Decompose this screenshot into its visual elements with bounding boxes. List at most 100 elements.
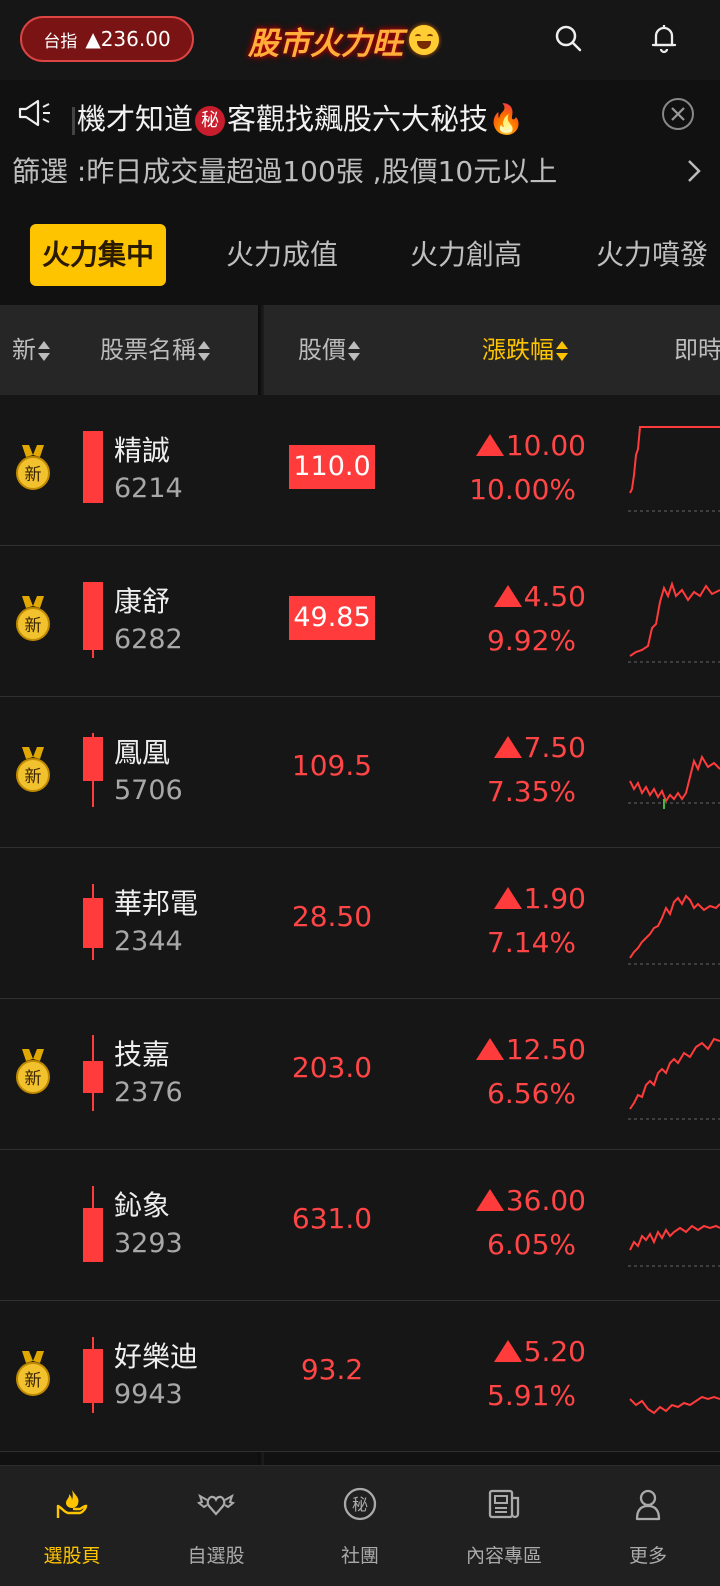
candlestick-icon xyxy=(83,733,103,807)
secret-circle-icon: 秘 xyxy=(343,1487,377,1521)
table-header: 新 股票名稱 股價 漲跌幅 即時 xyxy=(0,305,720,395)
stock-name: 技嘉 xyxy=(114,1038,171,1071)
stock-price: 631.0 xyxy=(291,1202,373,1235)
stock-change-percent: 6.56% xyxy=(487,1077,576,1110)
bottom-navigation: 選股頁 自選股 秘 社團 內容專區 更多 xyxy=(0,1465,720,1586)
stock-name: 鳳凰 xyxy=(114,736,171,769)
stock-change: 12.50 xyxy=(400,1033,586,1066)
top-bar: 台指 ▲236.00 股市火力旺 xyxy=(0,0,720,80)
nav-label: 更多 xyxy=(628,1545,667,1567)
megaphone-icon xyxy=(18,99,50,127)
secret-badge: 秘 xyxy=(195,106,226,136)
announcement-bar[interactable]: 機才知道秘客觀找飆股六大秘技🔥 xyxy=(0,92,720,142)
svg-text:新: 新 xyxy=(25,465,42,485)
stock-change: 4.50 xyxy=(400,580,586,613)
index-label: 台指 xyxy=(43,31,78,52)
table-row[interactable]: 華邦電 2344 28.50 1.90 7.14% xyxy=(0,848,720,999)
svg-text:新: 新 xyxy=(25,767,42,787)
announcement-text[interactable]: 機才知道秘客觀找飆股六大秘技🔥 xyxy=(72,96,524,138)
stock-change-percent: 7.35% xyxy=(487,775,576,808)
candlestick-icon xyxy=(83,884,103,960)
nav-community[interactable]: 秘 社團 xyxy=(288,1466,432,1586)
nav-more[interactable]: 更多 xyxy=(576,1466,720,1586)
stock-price: 109.5 xyxy=(291,749,373,782)
bell-icon[interactable] xyxy=(648,22,680,54)
tab-fire-new-high[interactable]: 火力創高 xyxy=(410,224,522,286)
nav-label: 自選股 xyxy=(187,1545,245,1567)
stock-change-percent: 6.05% xyxy=(487,1228,576,1261)
nav-content[interactable]: 內容專區 xyxy=(432,1466,576,1586)
stock-change: 5.20 xyxy=(400,1335,586,1368)
column-price[interactable]: 股價 xyxy=(298,305,360,395)
intraday-sparkline xyxy=(628,426,720,512)
column-name[interactable]: 股票名稱 xyxy=(100,305,210,395)
table-row[interactable]: 新 技嘉 2376 203.0 12.50 6.56% xyxy=(0,999,720,1150)
candlestick-icon xyxy=(83,1186,103,1262)
up-arrow-icon xyxy=(475,1038,504,1060)
stock-change-percent: 10.00% xyxy=(469,473,576,506)
table-row[interactable]: 新 好樂迪 9943 93.2 5.20 5.91% xyxy=(0,1301,720,1452)
tab-fire-concentration[interactable]: 火力集中 xyxy=(30,224,167,286)
new-medal-icon: 新 xyxy=(16,596,50,641)
close-announcement-button[interactable] xyxy=(662,98,694,130)
tab-bar: 火力集中 火力成值 火力創高 火力噴發 xyxy=(0,220,720,290)
sort-icon xyxy=(348,339,360,363)
stock-change: 36.00 xyxy=(400,1184,586,1217)
filter-description[interactable]: 篩選 :昨日成交量超過100張 ,股價10元以上 xyxy=(12,150,557,190)
intraday-sparkline xyxy=(628,754,720,809)
table-row[interactable]: 新 鳳凰 5706 109.5 7.50 7.35% xyxy=(0,697,720,848)
search-icon[interactable] xyxy=(552,22,584,54)
nav-label: 選股頁 xyxy=(43,1545,101,1567)
index-pill[interactable]: 台指 ▲236.00 xyxy=(20,16,194,62)
nav-label: 社團 xyxy=(340,1545,379,1567)
nav-watchlist[interactable]: 自選股 xyxy=(144,1466,288,1586)
stock-change: 7.50 xyxy=(400,731,586,764)
candlestick-icon xyxy=(83,1337,103,1413)
table-row[interactable]: 鈊象 3293 631.0 36.00 6.05% xyxy=(0,1150,720,1301)
sort-icon xyxy=(198,339,210,363)
stock-code: 3293 xyxy=(114,1228,183,1259)
new-medal-icon: 新 xyxy=(16,747,50,792)
stock-code: 9943 xyxy=(114,1379,183,1410)
intraday-sparkline xyxy=(628,1037,720,1120)
chevron-right-icon[interactable] xyxy=(684,157,704,185)
stock-code: 2344 xyxy=(114,926,183,957)
newspaper-icon xyxy=(488,1489,520,1519)
nav-stock-picker[interactable]: 選股頁 xyxy=(0,1466,144,1586)
stock-change-percent: 5.91% xyxy=(487,1379,576,1412)
tab-fire-turnover[interactable]: 火力成值 xyxy=(226,224,338,286)
svg-text:新: 新 xyxy=(25,1371,42,1391)
stock-name: 精誠 xyxy=(114,434,171,467)
new-medal-icon: 新 xyxy=(16,445,50,490)
stock-name: 好樂迪 xyxy=(114,1340,199,1373)
column-new[interactable]: 新 xyxy=(12,305,50,395)
person-icon xyxy=(635,1489,661,1521)
stock-price: 93.2 xyxy=(300,1353,364,1386)
stock-change-percent: 7.14% xyxy=(487,926,576,959)
close-icon xyxy=(671,107,685,121)
candlestick-icon xyxy=(83,431,103,503)
stock-change: 10.00 xyxy=(400,429,586,462)
index-value: ▲236.00 xyxy=(85,27,171,51)
tab-fire-burst[interactable]: 火力噴發 xyxy=(596,224,708,286)
stock-code: 5706 xyxy=(114,775,183,806)
table-row[interactable]: 新 精誠 6214 110.0 10.00 10.00% xyxy=(0,395,720,546)
column-realtime[interactable]: 即時 xyxy=(674,305,720,395)
intraday-sparkline xyxy=(628,1224,720,1267)
sort-icon xyxy=(556,339,568,363)
column-change[interactable]: 漲跌幅 xyxy=(482,305,568,395)
fire-hand-icon xyxy=(56,1490,88,1518)
stock-name: 鈊象 xyxy=(114,1189,171,1222)
table-row[interactable]: 新 康舒 6282 49.85 4.50 9.92% xyxy=(0,546,720,697)
intraday-sparkline xyxy=(628,580,720,663)
stock-price: 203.0 xyxy=(291,1051,373,1084)
stock-name: 康舒 xyxy=(114,585,171,618)
stock-change: 1.90 xyxy=(400,882,586,915)
svg-text:秘: 秘 xyxy=(352,1495,368,1514)
up-arrow-icon xyxy=(493,585,522,607)
up-arrow-icon xyxy=(493,887,522,909)
stock-name: 華邦電 xyxy=(114,887,199,920)
intraday-sparkline xyxy=(629,1395,720,1415)
stock-price: 49.85 xyxy=(289,596,375,640)
stock-code: 2376 xyxy=(114,1077,183,1108)
